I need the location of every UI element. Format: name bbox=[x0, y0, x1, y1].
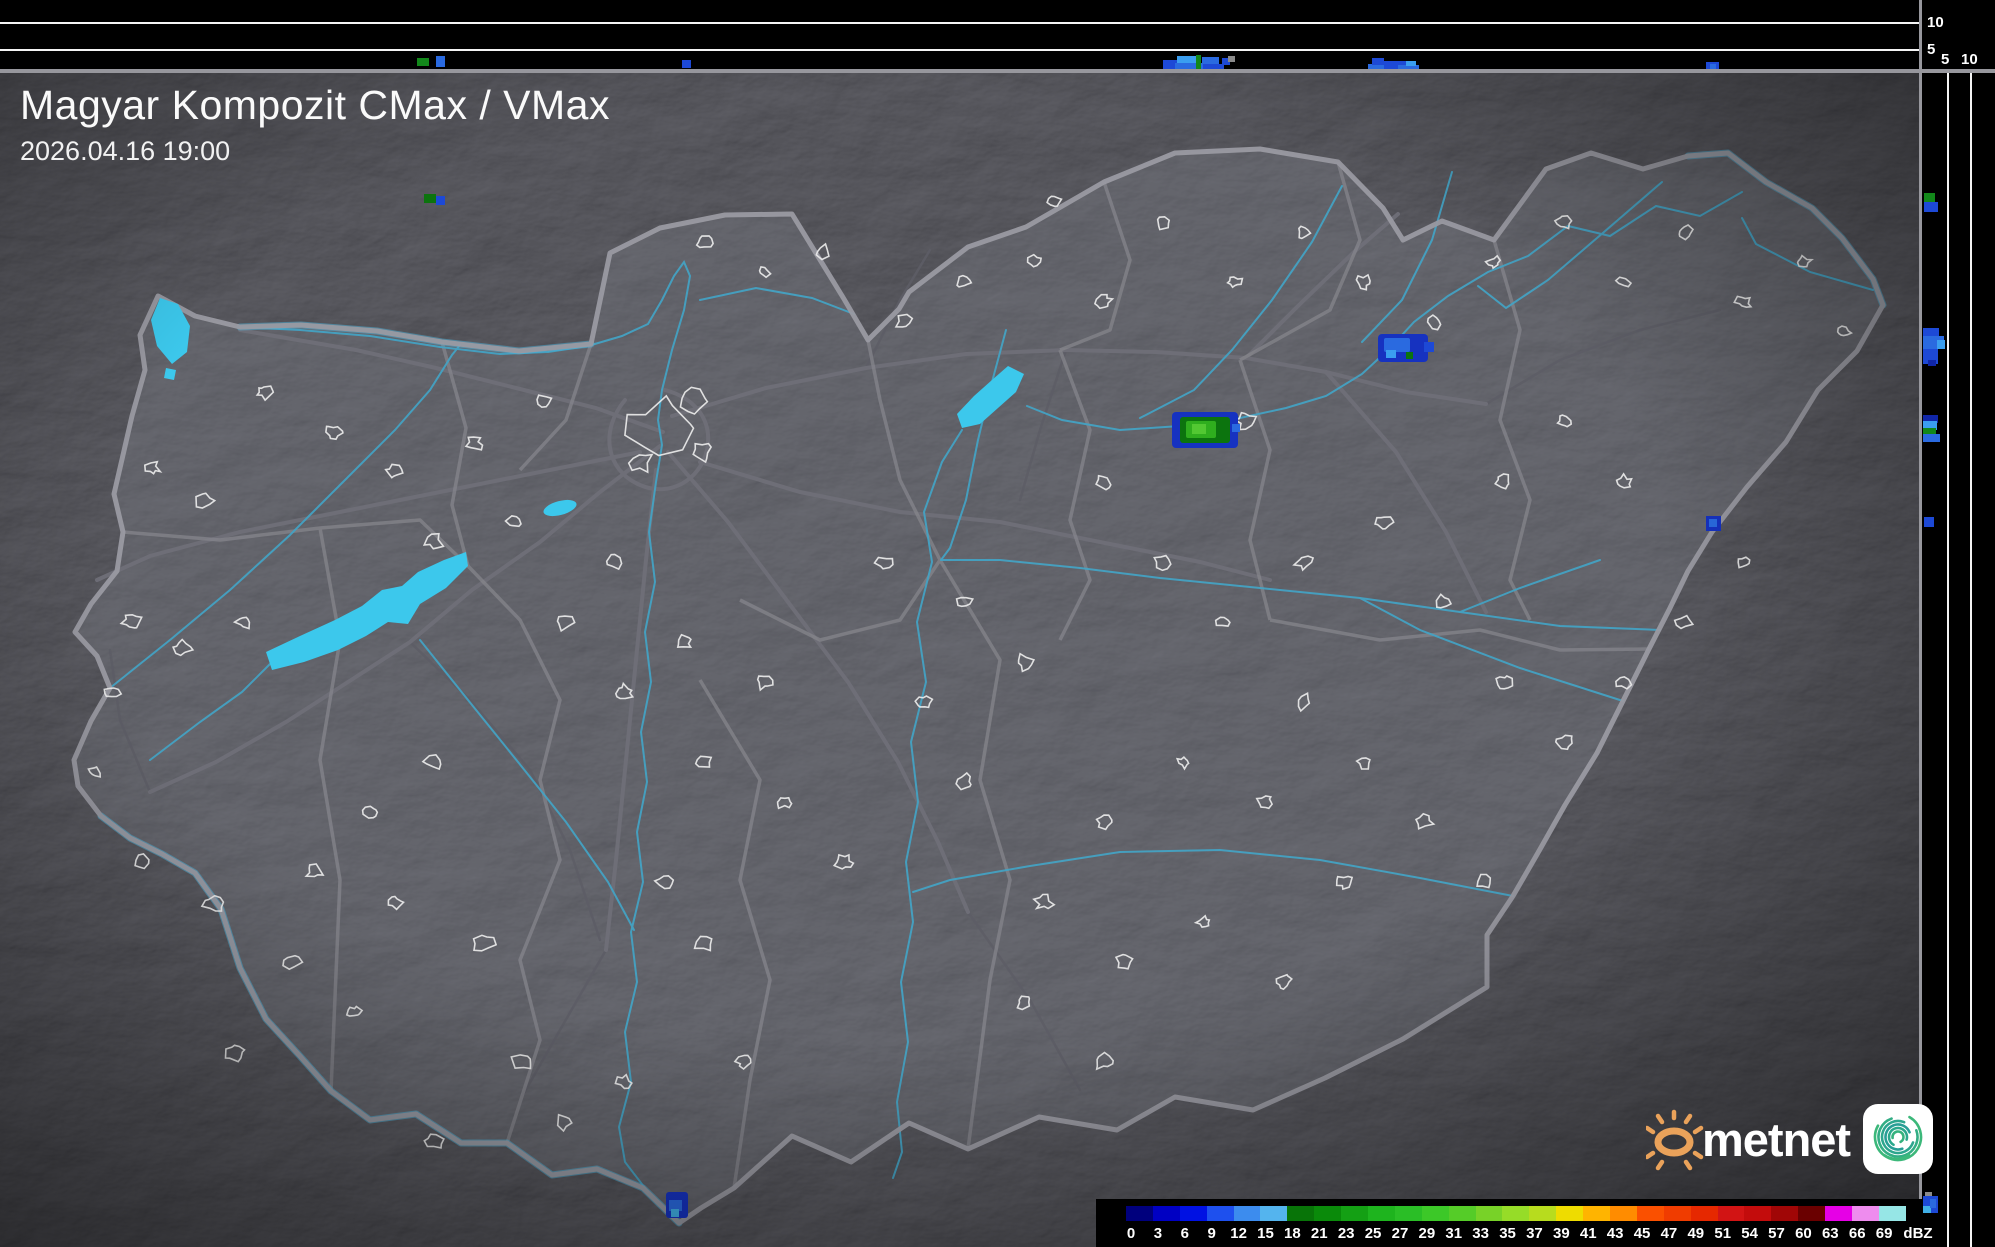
legend-tick-label: 35 bbox=[1499, 1225, 1516, 1242]
legend-tick-label: 21 bbox=[1311, 1225, 1328, 1242]
timestamp: 2026.04.16 19:00 bbox=[20, 136, 610, 167]
page-title: Magyar Kompozit CMax / VMax bbox=[20, 82, 610, 129]
legend-tick-label: 15 bbox=[1257, 1225, 1274, 1242]
legend-cell bbox=[1368, 1206, 1395, 1221]
legend-tick-label: 47 bbox=[1661, 1225, 1678, 1242]
legend-tick-label: 33 bbox=[1472, 1225, 1489, 1242]
legend-tick-label: 29 bbox=[1419, 1225, 1436, 1242]
map-top-panel-separator bbox=[0, 69, 1995, 73]
legend-tick-label: 0 bbox=[1127, 1225, 1135, 1242]
legend-tick-label: 27 bbox=[1392, 1225, 1409, 1242]
map-right-panel-separator bbox=[1919, 0, 1922, 1247]
legend-cell bbox=[1691, 1206, 1718, 1221]
metnet-brand: metnet bbox=[1646, 1096, 1934, 1182]
legend-unit-label: dBZ bbox=[1903, 1225, 1932, 1242]
legend-cell bbox=[1341, 1206, 1368, 1221]
legend-cell bbox=[1637, 1206, 1664, 1221]
legend-tick-label: 49 bbox=[1687, 1225, 1704, 1242]
legend-cell bbox=[1126, 1206, 1153, 1221]
legend-tick-label: 18 bbox=[1284, 1225, 1301, 1242]
echo-profile-mark bbox=[682, 60, 691, 68]
legend-cell bbox=[1260, 1206, 1287, 1221]
legend-cell bbox=[1744, 1206, 1771, 1221]
legend-tick-label: 39 bbox=[1553, 1225, 1570, 1242]
legend-cell bbox=[1718, 1206, 1745, 1221]
echo-profile-mark bbox=[417, 58, 429, 66]
legend-cell bbox=[1610, 1206, 1637, 1221]
legend-cell bbox=[1798, 1206, 1825, 1221]
legend-tick-label: 41 bbox=[1580, 1225, 1597, 1242]
legend-cell bbox=[1422, 1206, 1449, 1221]
echo-profile-mark bbox=[1202, 57, 1219, 64]
legend-cell bbox=[1314, 1206, 1341, 1221]
echo-profile-mark bbox=[436, 56, 445, 67]
legend-cell bbox=[1556, 1206, 1583, 1221]
sun-icon bbox=[1646, 1106, 1708, 1172]
legend-tick-label: 23 bbox=[1338, 1225, 1355, 1242]
echo-profile-mark bbox=[1937, 340, 1945, 349]
brand-name: metnet bbox=[1702, 1112, 1850, 1167]
vignette-overlay bbox=[0, 73, 1922, 1247]
top-axis-label-10: 10 bbox=[1927, 15, 1944, 30]
legend-cell bbox=[1502, 1206, 1529, 1221]
echo-profile-mark bbox=[1196, 55, 1201, 70]
legend-tick-label: 31 bbox=[1445, 1225, 1462, 1242]
echo-profile-mark bbox=[1924, 517, 1934, 527]
dbz-color-legend: 0369121518212325272931333537394143454749… bbox=[1096, 1199, 1922, 1247]
legend-tick-label: 3 bbox=[1154, 1225, 1162, 1242]
echo-profile-mark bbox=[1372, 58, 1384, 65]
legend-tick-label: 54 bbox=[1741, 1225, 1758, 1242]
legend-cell bbox=[1207, 1206, 1234, 1221]
legend-tick-label: 57 bbox=[1768, 1225, 1785, 1242]
legend-cell bbox=[1879, 1206, 1906, 1221]
legend-tick-label: 45 bbox=[1634, 1225, 1651, 1242]
legend-tick-label: 51 bbox=[1714, 1225, 1731, 1242]
legend-tick-label: 25 bbox=[1365, 1225, 1382, 1242]
legend-tick-label: 63 bbox=[1822, 1225, 1839, 1242]
legend-cell bbox=[1395, 1206, 1422, 1221]
top-axis-label-5: 5 bbox=[1927, 42, 1935, 57]
right-axis-label-10: 10 bbox=[1961, 52, 1978, 67]
legend-tick-label: 9 bbox=[1208, 1225, 1216, 1242]
echo-profile-mark bbox=[1928, 360, 1936, 366]
legend-cell bbox=[1449, 1206, 1476, 1221]
legend-tick-label: 6 bbox=[1181, 1225, 1189, 1242]
legend-cell bbox=[1234, 1206, 1261, 1221]
legend-tick-label: 60 bbox=[1795, 1225, 1812, 1242]
legend-cell bbox=[1153, 1206, 1180, 1221]
echo-profile-mark bbox=[1228, 56, 1235, 62]
legend-tick-label: 66 bbox=[1849, 1225, 1866, 1242]
legend-cell bbox=[1771, 1206, 1798, 1221]
legend-tick-label: 37 bbox=[1526, 1225, 1543, 1242]
echo-profile-mark bbox=[1406, 61, 1416, 66]
legend-tick-label: 12 bbox=[1230, 1225, 1247, 1242]
legend-tick-label: 43 bbox=[1607, 1225, 1624, 1242]
legend-cell bbox=[1852, 1206, 1879, 1221]
legend-color-bar bbox=[1126, 1206, 1906, 1221]
right-axis-label-5: 5 bbox=[1941, 52, 1949, 67]
echo-profile-mark bbox=[1923, 434, 1940, 442]
echo-profile-mark bbox=[1930, 1199, 1936, 1208]
legend-cell bbox=[1529, 1206, 1556, 1221]
radar-composite-screen: 10 5 5 10 Magyar Kompozit CMax / VMax 20… bbox=[0, 0, 1995, 1247]
legend-cell bbox=[1476, 1206, 1503, 1221]
echo-profile-mark bbox=[1924, 202, 1938, 212]
title-block: Magyar Kompozit CMax / VMax 2026.04.16 1… bbox=[20, 82, 610, 167]
legend-cell bbox=[1287, 1206, 1314, 1221]
legend-tick-label: 69 bbox=[1876, 1225, 1893, 1242]
metnet-app-icon bbox=[1862, 1103, 1934, 1175]
legend-cell bbox=[1180, 1206, 1207, 1221]
radar-map bbox=[0, 0, 1995, 1247]
legend-cell bbox=[1583, 1206, 1610, 1221]
legend-cell bbox=[1825, 1206, 1852, 1221]
legend-cell bbox=[1664, 1206, 1691, 1221]
